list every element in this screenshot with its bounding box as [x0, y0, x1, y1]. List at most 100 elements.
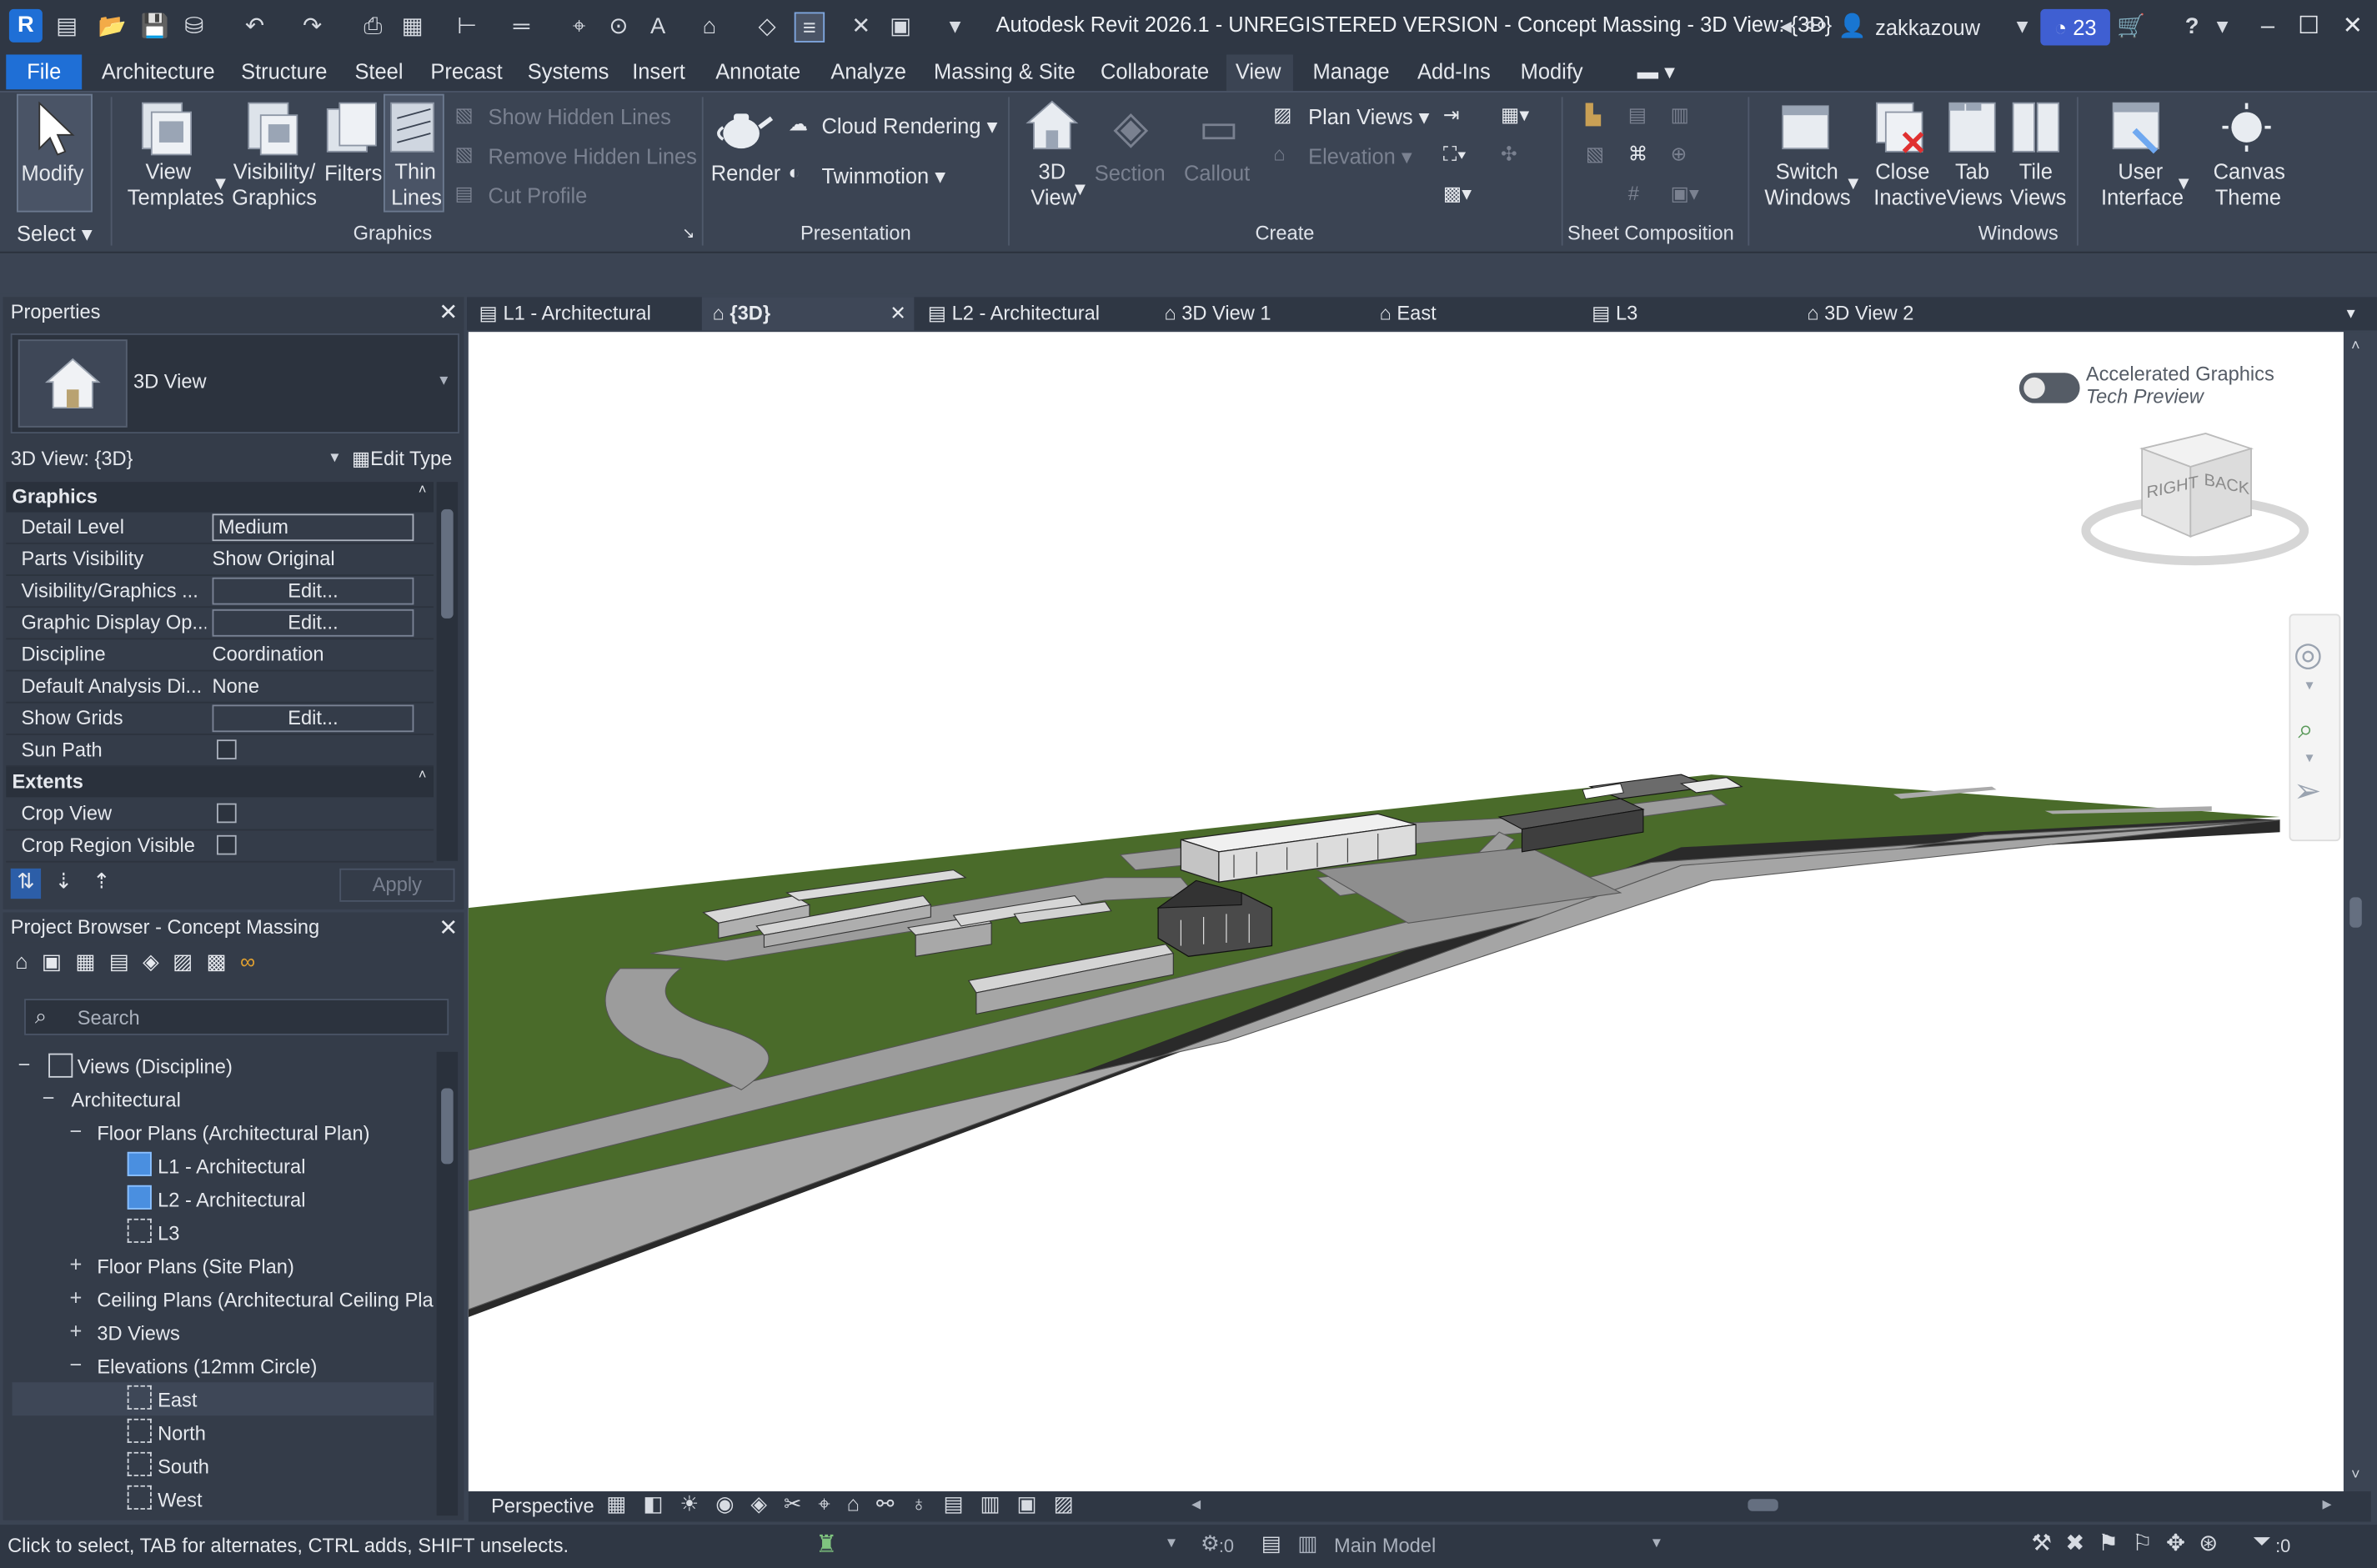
tab-annotate[interactable]: Annotate — [715, 59, 800, 83]
contextual-tab-icon[interactable]: ▬ ▾ — [1637, 59, 1675, 85]
type-dropdown-icon[interactable]: ▾ — [439, 370, 448, 389]
close-window-icon[interactable]: ✕ — [2334, 9, 2371, 46]
tree-south[interactable]: South — [158, 1455, 209, 1477]
tree-3d-views[interactable]: 3D Views — [97, 1321, 179, 1344]
teapot-render-icon[interactable] — [714, 100, 774, 158]
tab-insert[interactable]: Insert — [632, 59, 685, 83]
open-icon[interactable]: 📂 — [97, 13, 127, 43]
tree-site-plan[interactable]: Floor Plans (Site Plan) — [97, 1255, 293, 1277]
scope-box-icon[interactable]: ⛶▾ — [1443, 143, 1471, 170]
model-dropdown-icon[interactable]: ▾ — [1652, 1532, 1661, 1552]
main-model-selector[interactable]: Main Model — [1334, 1534, 1436, 1556]
customize-qa-icon[interactable]: ▾ — [940, 13, 970, 43]
tab-precast[interactable]: Precast — [430, 59, 502, 83]
user-dropdown-icon[interactable]: ▾ — [2007, 13, 2037, 43]
minimize-icon[interactable]: – — [2249, 9, 2286, 46]
3d-viewport[interactable]: Accelerated Graphics Tech Preview RIGHT … — [468, 332, 2344, 1492]
undo-icon[interactable]: ↶ — [239, 13, 269, 43]
prop-row[interactable]: Discipline Coordination — [6, 639, 434, 672]
hscroll-thumb[interactable] — [1748, 1499, 1778, 1511]
collapse-floor-plans-icon[interactable]: − — [67, 1119, 85, 1143]
close-inactive-icon[interactable] — [1873, 100, 1928, 158]
prop-row[interactable]: Show Grids Edit... — [6, 704, 434, 735]
tab-systems[interactable]: Systems — [528, 59, 609, 83]
prop-row[interactable]: Crop View — [6, 799, 434, 831]
vis-graphics-edit-button[interactable]: Edit... — [212, 577, 414, 605]
status-dropdown-icon[interactable]: ▾ — [1167, 1532, 1176, 1552]
text-a-icon[interactable]: A — [643, 13, 673, 43]
prop-row[interactable]: Crop Region Visible — [6, 830, 434, 863]
graphic-display-edit-button[interactable]: Edit... — [212, 609, 414, 637]
browser-scroll-thumb[interactable] — [441, 1088, 454, 1165]
tab-views-icon[interactable] — [1947, 100, 2001, 158]
tab-architecture[interactable]: Architecture — [102, 59, 215, 83]
tab-3d[interactable]: ⌂ {3D} — [713, 297, 770, 330]
app-logo-icon[interactable]: R — [8, 8, 43, 43]
user-interface-icon[interactable] — [2110, 100, 2164, 158]
collapse-graphics-icon[interactable]: ˄ — [419, 482, 427, 497]
tree-north[interactable]: North — [158, 1421, 206, 1444]
tree-architectural[interactable]: Architectural — [71, 1088, 180, 1110]
prop-row[interactable]: Default Analysis Di... None — [6, 671, 434, 704]
crop-view-checkbox[interactable] — [217, 803, 237, 824]
print-setup-icon[interactable]: ▦ — [397, 13, 427, 43]
scroll-down-icon[interactable]: ˅ — [2351, 1467, 2360, 1484]
tab-structure[interactable]: Structure — [241, 59, 327, 83]
steering-wheel-icon[interactable]: ◎ — [2294, 635, 2323, 674]
3d-view-label[interactable]: 3D View — [1031, 159, 1076, 211]
editable-only-icon[interactable]: ⚙ — [1201, 1530, 1220, 1556]
view-templates-dropdown-icon[interactable]: ▾ — [215, 170, 226, 196]
tab-massing-site[interactable]: Massing & Site — [934, 59, 1076, 83]
instance-selector[interactable]: 3D View: {3D} — [11, 447, 133, 469]
file-menu-button[interactable]: File — [6, 54, 83, 90]
tab-east[interactable]: ⌂ East — [1380, 297, 1437, 330]
canvas-vscroll-thumb[interactable] — [2349, 897, 2362, 928]
canvas-theme-icon[interactable] — [2219, 100, 2274, 158]
redo-icon[interactable]: ↷ — [297, 13, 327, 43]
properties-scroll-thumb[interactable] — [441, 508, 454, 619]
close-tab-icon[interactable]: ✕ — [890, 297, 906, 330]
left-arrow-icon[interactable]: ◂ — [1771, 13, 1801, 43]
maximize-icon[interactable]: ☐ — [2290, 9, 2327, 46]
filter-icon[interactable]: ⏷ — [2253, 1530, 2271, 1555]
tag-icon[interactable]: ⌖ — [564, 13, 594, 43]
tab-overflow-icon[interactable]: ▾ — [2347, 297, 2355, 330]
sort-descending-icon[interactable]: ⇡ — [87, 869, 117, 899]
thin-lines-qa-icon[interactable]: ≡ — [794, 12, 825, 43]
apply-button[interactable]: Apply — [339, 868, 455, 902]
tab-l1-architectural[interactable]: ▤ L1 - Architectural — [479, 297, 651, 330]
worksharing-icon[interactable]: ♜ — [815, 1530, 837, 1560]
main-model-icon[interactable]: ▥ — [1297, 1530, 1317, 1556]
type-selector[interactable]: 3D View ▾ — [10, 333, 459, 434]
instance-dropdown-icon[interactable]: ▾ — [330, 447, 338, 467]
graphics-dialog-launcher-icon[interactable]: ↘ — [682, 221, 695, 247]
collapse-elevations-icon[interactable]: − — [67, 1352, 85, 1376]
prop-row[interactable]: Graphic Display Op... Edit... — [6, 608, 434, 640]
twinmotion-button[interactable]: Twinmotion ▾ — [821, 163, 945, 189]
expand-3d-views-icon[interactable]: + — [67, 1319, 85, 1343]
wheel-dropdown-icon[interactable]: ▾ — [2305, 678, 2313, 694]
prop-row[interactable]: Detail Level Medium — [6, 513, 434, 544]
zoom-region-icon[interactable]: ⌕ — [2298, 714, 2313, 745]
section-icon[interactable]: ◇ — [752, 13, 782, 43]
user-icon[interactable]: 👤 — [1838, 13, 1868, 43]
close-hidden-icon[interactable]: ✕ — [846, 13, 876, 43]
tab-3d-view-1[interactable]: ⌂ 3D View 1 — [1164, 297, 1271, 330]
cloud-rendering-button[interactable]: Cloud Rendering ▾ — [821, 113, 997, 139]
tree-l1-architectural[interactable]: L1 - Architectural — [158, 1155, 305, 1177]
visibility-graphics-icon[interactable] — [246, 100, 300, 158]
perspective-label[interactable]: Perspective — [491, 1495, 594, 1517]
filters-icon[interactable] — [324, 100, 379, 158]
tab-view[interactable]: View — [1236, 59, 1281, 83]
drafting-view-icon[interactable]: ⇥ — [1443, 103, 1471, 131]
tab-manage[interactable]: Manage — [1313, 59, 1390, 83]
prop-row[interactable]: Visibility/Graphics ... Edit... — [6, 576, 434, 609]
collapse-views-icon[interactable]: − — [15, 1052, 33, 1076]
user-interface-dropdown-icon[interactable]: ▾ — [2179, 170, 2189, 196]
crop-region-visible-checkbox[interactable] — [217, 834, 237, 855]
switch-windows-dropdown-icon[interactable]: ▾ — [1848, 170, 1858, 196]
switch-windows-qa-icon[interactable]: ▣ — [885, 13, 915, 43]
tab-l2-architectural[interactable]: ▤ L2 - Architectural — [928, 297, 1100, 330]
show-grids-edit-button[interactable]: Edit... — [212, 704, 414, 733]
tree-east[interactable]: East — [158, 1388, 197, 1410]
